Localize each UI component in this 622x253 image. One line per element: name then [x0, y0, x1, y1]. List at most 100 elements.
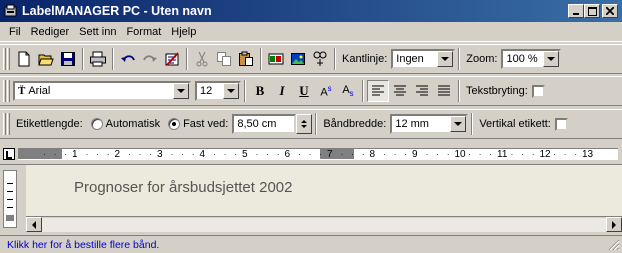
print-button[interactable]	[87, 48, 109, 70]
scroll-left-button[interactable]	[26, 217, 42, 232]
new-document-icon	[18, 51, 30, 67]
underline-icon: U	[299, 83, 309, 98]
window-title: LabelMANAGER PC - Uten navn	[22, 4, 212, 18]
fixed-length-spinner[interactable]	[296, 114, 313, 134]
horizontal-ruler: 1 · · · 2 · · · 3 · · · 4 · · · 5 · · · 6 · · · 7 · · · 8 · · · 9 · · · 10 · ·…	[0, 144, 622, 164]
ruler-scale[interactable]: 1 · · · 2 · · · 3 · · · 4 · · · 5 · · · 6 · · · 7 · · · 8 · · · 9 · · · 10 · ·…	[18, 148, 618, 160]
insert-symbol-button[interactable]	[309, 48, 331, 70]
ruler-tick-label: 11	[497, 149, 508, 160]
font-select[interactable]: T̈ Arial	[13, 81, 191, 101]
undo-button[interactable]	[117, 48, 139, 70]
vertical-label-checkbox[interactable]	[554, 117, 568, 131]
save-button[interactable]	[57, 48, 79, 70]
toolbar-separator	[315, 113, 318, 135]
label-canvas[interactable]: Prognoser for årsbudsjettet 2002	[26, 165, 622, 216]
tape-width-label: Båndbredde:	[323, 118, 387, 130]
clear-button[interactable]	[161, 48, 183, 70]
spin-down-icon[interactable]	[301, 125, 308, 128]
toolbar-separator	[260, 48, 262, 70]
tab-stop-icon[interactable]	[3, 148, 15, 160]
auto-length-label[interactable]: Automatisk	[106, 118, 160, 130]
insert-image-button[interactable]	[287, 48, 309, 70]
horizontal-scrollbar[interactable]	[26, 216, 622, 232]
label-length-label: Etikettlengde:	[16, 118, 83, 130]
align-left-button[interactable]	[367, 80, 389, 102]
ruler-tick-label: 12	[539, 149, 551, 160]
standard-toolbar: Kantlinje: Ingen Zoom: 100 %	[0, 44, 622, 74]
minimize-button[interactable]	[568, 4, 584, 18]
justify-button[interactable]	[433, 80, 455, 102]
redo-button[interactable]	[139, 48, 161, 70]
ruler-tick-mark: ·	[531, 150, 535, 159]
font-size-dropdown-button[interactable]	[223, 83, 239, 99]
fixed-length-value: 8,50 cm	[237, 118, 277, 130]
border-dropdown-button[interactable]	[437, 51, 454, 67]
app-icon[interactable]	[4, 4, 18, 18]
font-dropdown-button[interactable]	[173, 83, 189, 99]
toolbar-grip[interactable]	[7, 48, 10, 70]
text-wrap-checkbox[interactable]	[531, 84, 545, 98]
toolbar-grip[interactable]	[3, 113, 6, 135]
tape-width-select[interactable]: 12 mm	[390, 114, 469, 134]
new-button[interactable]	[13, 48, 35, 70]
fixed-length-label[interactable]: Fast ved:	[183, 118, 228, 130]
italic-icon: I	[279, 83, 285, 98]
subscript-button[interactable]: As	[337, 80, 359, 102]
ruler-tick-mark: ·	[436, 150, 439, 159]
text-wrap-label: Tekstbryting:	[466, 85, 528, 97]
ruler-tick-mark: ·	[478, 150, 482, 159]
spin-up-icon[interactable]	[301, 120, 308, 123]
insert-text-button[interactable]	[265, 48, 287, 70]
align-center-button[interactable]	[389, 80, 411, 102]
scroll-right-button[interactable]	[606, 217, 622, 232]
toolbar-separator	[186, 48, 188, 70]
status-bar: Klikk her for å bestille flere bånd.	[0, 235, 622, 253]
copy-button[interactable]	[213, 48, 235, 70]
order-tape-link[interactable]: Klikk her for å bestille flere bånd.	[7, 239, 159, 251]
menu-insert[interactable]: Sett inn	[79, 26, 116, 38]
vertical-ruler	[3, 170, 17, 228]
scissors-icon	[196, 51, 208, 67]
toolbar-separator	[471, 113, 474, 135]
toolbar-grip[interactable]	[7, 113, 10, 135]
ruler-tick-mark: ·	[191, 150, 195, 159]
align-right-icon	[416, 85, 428, 96]
label-text[interactable]: Prognoser for årsbudsjettet 2002	[74, 179, 292, 196]
zoom-select[interactable]: 100 %	[501, 49, 562, 69]
toolbar-grip[interactable]	[7, 80, 10, 102]
cut-button[interactable]	[191, 48, 213, 70]
fixed-length-radio[interactable]	[168, 118, 181, 130]
resize-grip-icon[interactable]	[608, 239, 620, 251]
chevron-left-icon	[32, 220, 36, 229]
font-size-select[interactable]: 12	[195, 81, 241, 101]
italic-button[interactable]: I	[271, 80, 293, 102]
superscript-button[interactable]: As	[315, 80, 337, 102]
bold-icon: B	[255, 83, 265, 98]
underline-button[interactable]: U	[293, 80, 315, 102]
scroll-track[interactable]	[42, 217, 606, 232]
align-center-icon	[394, 85, 406, 96]
ruler-tick-mark: ·	[351, 150, 354, 159]
close-button[interactable]	[602, 4, 618, 18]
ruler-tick-mark: ·	[43, 150, 46, 159]
border-select[interactable]: Ingen	[391, 49, 456, 69]
toolbar-grip[interactable]	[3, 80, 6, 102]
menu-edit[interactable]: Rediger	[31, 26, 70, 38]
align-right-button[interactable]	[411, 80, 433, 102]
auto-length-radio[interactable]	[90, 118, 103, 130]
open-button[interactable]	[35, 48, 57, 70]
paste-button[interactable]	[235, 48, 257, 70]
menu-format[interactable]: Format	[126, 26, 161, 38]
title-bar[interactable]: LabelMANAGER PC - Uten navn	[0, 0, 622, 22]
bold-button[interactable]: B	[249, 80, 271, 102]
toolbar-grip[interactable]	[3, 48, 6, 70]
subscript-icon: As	[342, 83, 354, 99]
fixed-length-input[interactable]: 8,50 cm	[232, 114, 297, 134]
menu-file[interactable]: Fil	[9, 26, 21, 38]
maximize-button[interactable]	[584, 4, 600, 18]
tape-width-dropdown-button[interactable]	[450, 116, 467, 132]
menu-help[interactable]: Hjelp	[171, 26, 196, 38]
ruler-tick-mark: ·	[170, 150, 174, 159]
ruler-tick-mark: ·	[106, 150, 110, 159]
zoom-dropdown-button[interactable]	[543, 51, 560, 67]
